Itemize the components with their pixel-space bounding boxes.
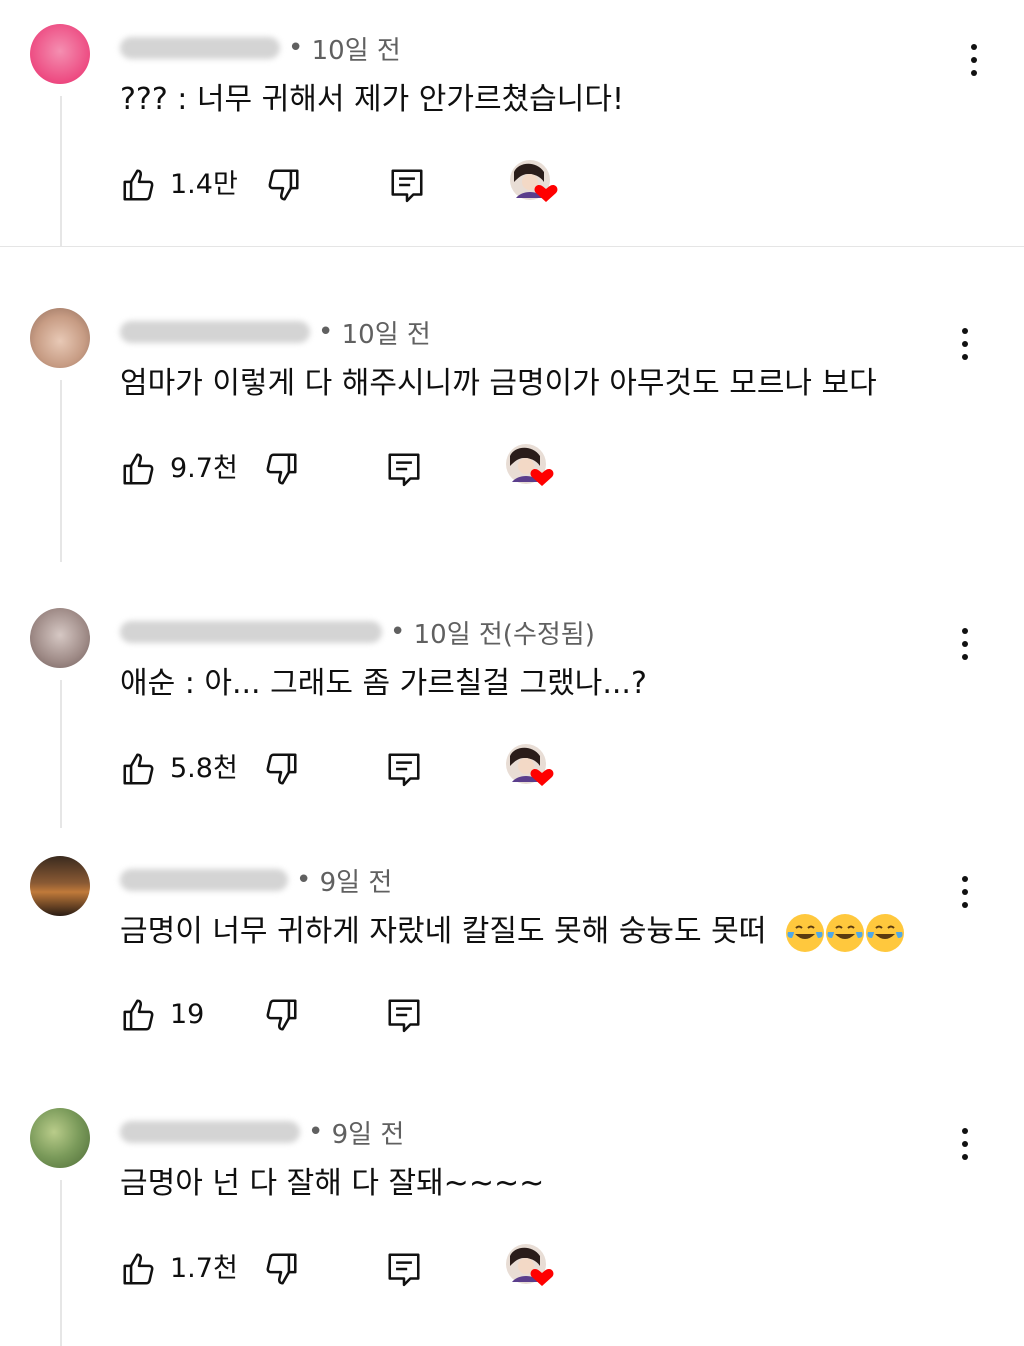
avatar[interactable] — [30, 608, 90, 668]
reply-icon[interactable] — [385, 996, 423, 1034]
comment-time: 10일 전 — [341, 319, 431, 350]
tears-of-joy-emoji — [865, 913, 904, 952]
tears-of-joy-emoji — [785, 913, 824, 952]
reply-icon[interactable] — [385, 750, 423, 788]
comment-time: 10일 전 — [311, 35, 401, 66]
like-count: 9.7천 — [170, 453, 238, 484]
separator-dot: • — [288, 33, 312, 63]
more-options-button[interactable] — [953, 624, 977, 664]
like-count: 1.7천 — [170, 1253, 238, 1284]
thumbs-up-icon[interactable] — [120, 996, 158, 1034]
separator-dot: • — [390, 617, 414, 647]
comment-actions: 19 — [120, 992, 1020, 1036]
thread-line — [60, 96, 62, 246]
thumbs-down-icon[interactable] — [262, 996, 300, 1034]
more-options-button[interactable] — [953, 324, 977, 364]
thread-line — [60, 1180, 62, 1346]
comment-actions: 5.8천 — [120, 744, 1020, 790]
comment-time: 10일 전(수정됨) — [413, 619, 595, 650]
author-handle[interactable] — [120, 37, 280, 59]
thumbs-down-icon[interactable] — [264, 166, 302, 204]
comment-text: 애순 : 아... 그래도 좀 가르칠걸 그랬나...? — [120, 666, 647, 701]
comment-meta: • 9일 전 — [120, 864, 393, 898]
creator-heart-icon — [506, 744, 554, 786]
thumbs-up-icon[interactable] — [120, 166, 158, 204]
author-handle[interactable] — [120, 321, 310, 343]
author-handle[interactable] — [120, 869, 288, 891]
separator-dot: • — [318, 317, 342, 347]
more-options-button[interactable] — [953, 872, 977, 912]
like-count: 1.4만 — [170, 169, 238, 200]
creator-heart-icon — [506, 444, 554, 486]
comment-meta: • 10일 전 — [120, 32, 401, 66]
thumbs-down-icon[interactable] — [262, 1250, 300, 1288]
avatar[interactable] — [30, 24, 90, 84]
thread-line — [60, 680, 62, 828]
creator-heart-icon — [510, 160, 558, 202]
avatar[interactable] — [30, 308, 90, 368]
thumbs-up-icon[interactable] — [120, 1250, 158, 1288]
more-options-button[interactable] — [962, 40, 986, 80]
comment-meta: • 10일 전 — [120, 316, 431, 350]
reply-icon[interactable] — [388, 166, 426, 204]
thread-line — [60, 380, 62, 562]
comment-text: ??? : 너무 귀해서 제가 안가르쳤습니다! — [120, 82, 624, 117]
thumbs-down-icon[interactable] — [262, 450, 300, 488]
thumbs-up-icon[interactable] — [120, 450, 158, 488]
separator-dot: • — [296, 865, 320, 895]
comment-actions: 1.7천 — [120, 1244, 1020, 1290]
like-count: 5.8천 — [170, 753, 238, 784]
thumbs-down-icon[interactable] — [262, 750, 300, 788]
comment-text: 금명이 너무 귀하게 자랐네 칼질도 못해 숭늉도 못떠 — [120, 914, 767, 949]
more-options-button[interactable] — [953, 1124, 977, 1164]
comment-meta: • 10일 전(수정됨) — [120, 616, 595, 650]
avatar[interactable] — [30, 1108, 90, 1168]
author-handle[interactable] — [120, 621, 382, 643]
tears-of-joy-emoji — [825, 913, 864, 952]
separator-dot: • — [308, 1117, 332, 1147]
comment-actions: 9.7천 — [120, 444, 1020, 490]
reply-icon[interactable] — [385, 450, 423, 488]
reply-icon[interactable] — [385, 1250, 423, 1288]
comment-text: 엄마가 이렇게 다 해주시니까 금명이가 아무것도 모르나 보다 — [120, 366, 877, 401]
comment-meta: • 9일 전 — [120, 1116, 405, 1150]
author-handle[interactable] — [120, 1121, 300, 1143]
like-count: 19 — [170, 999, 205, 1030]
avatar[interactable] — [30, 856, 90, 916]
divider — [0, 246, 1024, 247]
thumbs-up-icon[interactable] — [120, 750, 158, 788]
creator-heart-icon — [506, 1244, 554, 1286]
comment-time: 9일 전 — [331, 1119, 405, 1150]
comment-text-row: 금명이 너무 귀하게 자랐네 칼질도 못해 숭늉도 못떠 — [120, 910, 904, 954]
comment-time: 9일 전 — [319, 867, 393, 898]
comment-text: 금명아 넌 다 잘해 다 잘돼~~~~ — [120, 1166, 545, 1201]
comment-actions: 1.4만 — [120, 160, 1020, 206]
